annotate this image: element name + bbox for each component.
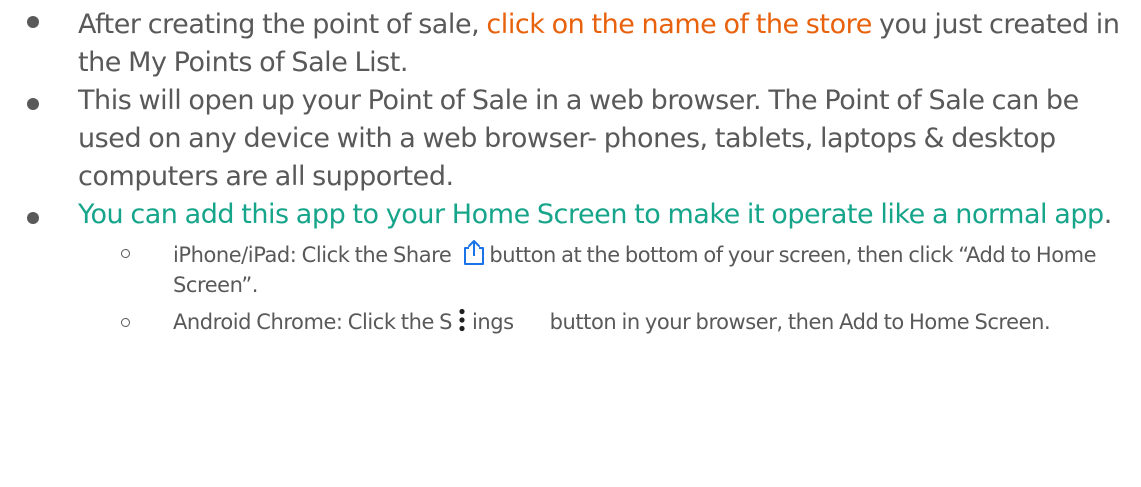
bullet-text-3: You can add this app to your Home Screen…: [78, 196, 1141, 234]
bullet-text-1: After creating the point of sale, click …: [78, 6, 1141, 82]
bullet-item-1: After creating the point of sale, click …: [0, 0, 1141, 82]
subbullet-2-post: button in your browser, then Add to Home…: [549, 310, 1051, 334]
subbullet-item-2: Android Chrome: Click the S ings button i…: [0, 307, 1141, 337]
subbullet-circle: [121, 318, 130, 327]
subbullet-2-mid: ings: [472, 310, 514, 334]
share-icon: [464, 240, 485, 265]
home-screen-highlight: You can add this app to your Home Screen…: [78, 199, 1104, 230]
subbullet-2-pre: Android Chrome: Click the S: [173, 310, 453, 334]
bullet-3-post: .: [1103, 199, 1113, 230]
document-page: After creating the point of sale, click …: [0, 0, 1141, 487]
subbullet-text-1: iPhone/iPad: Click the Share button at t…: [173, 238, 1141, 300]
subbullet-circle: [121, 249, 130, 258]
bullet-item-2: This will open up your Point of Sale in …: [0, 82, 1141, 196]
kebab-menu-icon: [459, 308, 465, 332]
bullet-1-pre: After creating the point of sale,: [78, 9, 487, 40]
bullet-text-2: This will open up your Point of Sale in …: [78, 85, 1079, 192]
bullet-item-3: You can add this app to your Home Screen…: [0, 196, 1141, 234]
bullet-dot: [27, 16, 39, 28]
store-name-instruction-link[interactable]: click on the name of the store: [486, 9, 872, 40]
subbullet-item-1: iPhone/iPad: Click the Share button at t…: [0, 238, 1141, 300]
bullet-dot: [27, 212, 39, 224]
subbullet-text-2: Android Chrome: Click the S ings button i…: [173, 307, 1141, 337]
bullet-dot: [27, 98, 39, 110]
subbullet-1-pre: iPhone/iPad: Click the Share: [173, 243, 452, 267]
